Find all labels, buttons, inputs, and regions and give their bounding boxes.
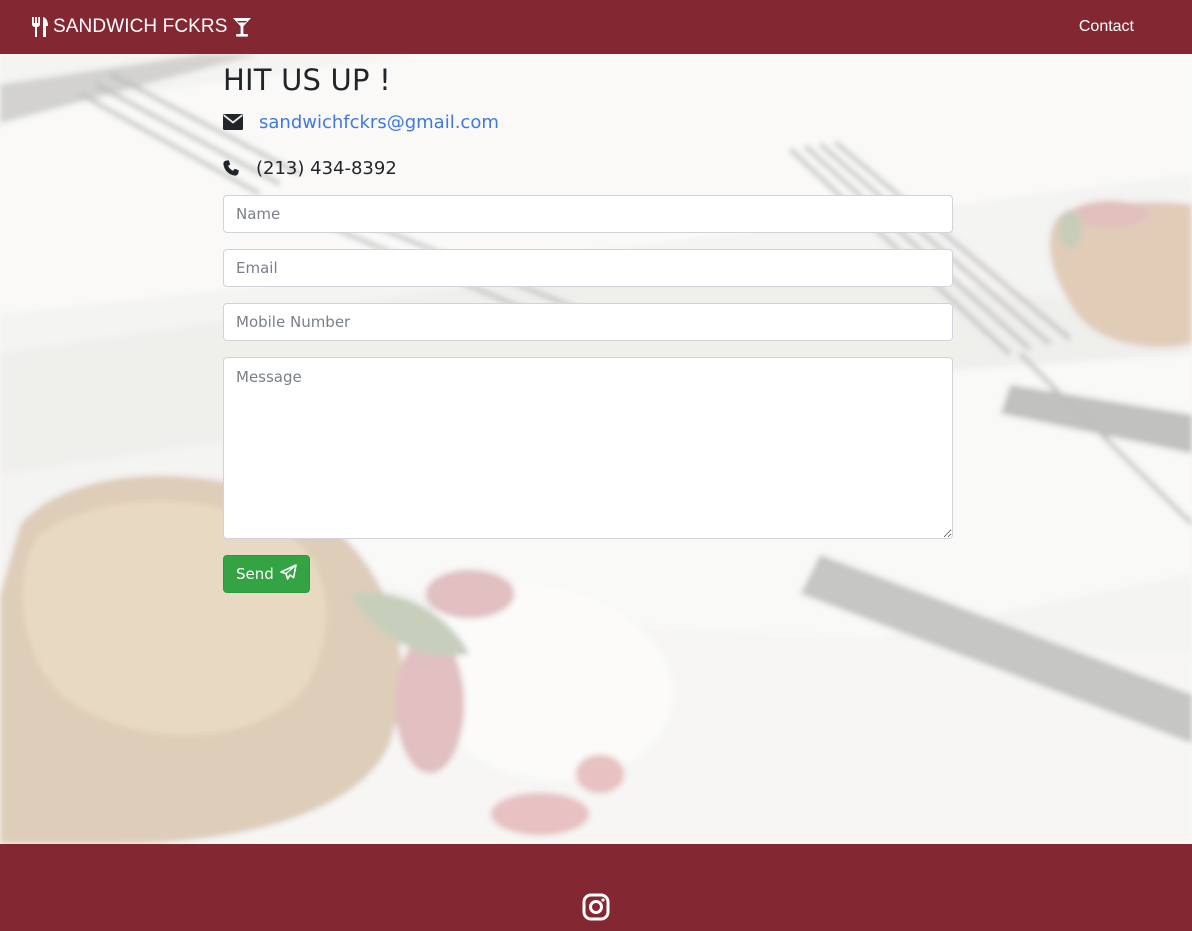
email-link[interactable]: sandwichfckrs@gmail.com — [259, 112, 499, 133]
send-button[interactable]: Send — [223, 555, 310, 593]
envelope-icon — [223, 114, 259, 130]
brand-link[interactable]: SANDWICH FCKRS — [31, 16, 252, 38]
send-button-label: Send — [236, 565, 274, 583]
paper-plane-icon — [279, 563, 297, 585]
contact-form: Send — [223, 195, 953, 593]
brand-name: SANDWICH FCKRS — [53, 16, 228, 37]
phone-row: (213) 434-8392 — [223, 154, 953, 182]
navbar: SANDWICH FCKRS Contact — [0, 0, 1192, 54]
mobile-number-input[interactable] — [223, 303, 953, 341]
cocktail-glass-icon — [232, 17, 252, 37]
name-input[interactable] — [223, 195, 953, 233]
email-row: sandwichfckrs@gmail.com — [223, 108, 953, 136]
phone-icon — [223, 160, 259, 176]
contact-section: HIT US UP ! sandwichfckrs@gmail.com (213… — [223, 54, 953, 593]
message-textarea[interactable] — [223, 357, 953, 539]
email-input[interactable] — [223, 249, 953, 287]
phone-number: (213) 434-8392 — [256, 157, 397, 179]
page-title: HIT US UP ! — [223, 63, 391, 97]
instagram-icon[interactable] — [582, 893, 610, 931]
utensils-icon — [31, 17, 49, 37]
footer — [0, 844, 1192, 931]
nav-contact-link[interactable]: Contact — [1079, 18, 1134, 36]
